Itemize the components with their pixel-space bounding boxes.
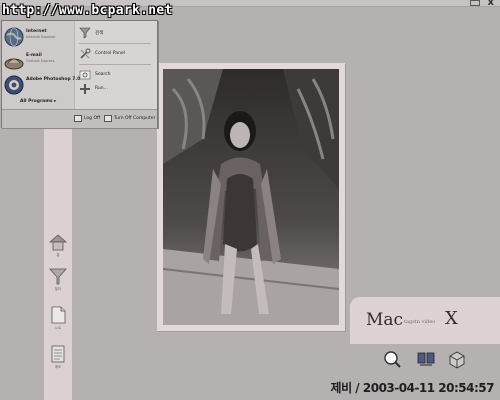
search-icon <box>79 70 91 80</box>
dock-label: 노트 <box>54 326 62 330</box>
memo-icon <box>51 345 65 363</box>
power-icon <box>104 115 112 122</box>
dock-item-memo[interactable]: 메모 <box>48 344 68 374</box>
box-icon <box>449 351 465 369</box>
mac-logo-x: X <box>445 308 458 329</box>
dock-label: 메모 <box>54 365 62 369</box>
menu-item-run[interactable]: Run... <box>79 83 155 97</box>
note-icon <box>51 306 66 324</box>
program-title: Internet <box>26 29 47 34</box>
program-subtitle: Internet Explorer <box>26 35 56 39</box>
dock-item-home[interactable]: 홈 <box>48 232 68 262</box>
filter-icon <box>49 268 67 285</box>
dock-item-note[interactable]: 노트 <box>48 305 68 335</box>
tray-item-chat-search[interactable] <box>382 349 402 375</box>
start-menu-system: 검색 Control Panel Search Run... <box>75 21 157 109</box>
menu-item-label: Control Panel <box>95 51 125 56</box>
home-icon <box>48 234 68 251</box>
program-subtitle: Outlook Express <box>26 59 55 63</box>
photoshop-icon <box>4 75 24 95</box>
menu-item-label: Search <box>95 72 111 77</box>
menu-divider <box>79 64 151 65</box>
tray-item-network[interactable] <box>416 349 436 375</box>
search-icon <box>79 27 91 39</box>
network-icon <box>417 352 435 366</box>
log-off-label: Log Off <box>84 116 101 121</box>
menu-item-label: Run... <box>95 86 108 91</box>
restore-icon[interactable] <box>470 0 480 6</box>
program-title: E-mail <box>26 53 42 58</box>
menu-item-search-kr[interactable]: 검색 <box>79 27 155 41</box>
menu-divider <box>79 43 151 44</box>
start-menu-programs: Internet Internet Explorer E-mail Outloo… <box>2 21 80 109</box>
taskbar-clock: 제비 / 2003-04-11 20:54:57 <box>330 381 495 395</box>
start-menu: Internet Internet Explorer E-mail Outloo… <box>1 20 158 128</box>
watermark-url: http://www.bcpark.net <box>2 3 173 18</box>
arrow-right-icon: ▸ <box>54 99 57 104</box>
photo-frame <box>157 63 345 331</box>
photo-image <box>163 69 339 325</box>
turn-off-label: Turn Off Computer <box>114 116 156 121</box>
globe-icon <box>4 27 24 47</box>
start-menu-footer: Log Off Turn Off Computer <box>2 109 157 128</box>
close-icon[interactable]: x <box>488 0 494 8</box>
program-email[interactable]: E-mail Outlook Express <box>4 51 74 73</box>
menu-item-search[interactable]: Search <box>79 69 155 83</box>
mac-logo-subtitle: tagstn video <box>404 319 436 325</box>
dock-label: 홈 <box>56 253 60 257</box>
program-photoshop[interactable]: Adobe Photoshop 7.0 <box>4 75 80 97</box>
log-off-icon <box>74 115 82 122</box>
all-programs-link[interactable]: All Programs ▸ <box>20 99 56 104</box>
mail-icon <box>4 58 24 70</box>
dock-label: 필터 <box>54 287 62 291</box>
all-programs-label: All Programs <box>20 99 53 104</box>
run-icon <box>80 84 90 94</box>
program-internet[interactable]: Internet Internet Explorer <box>4 27 74 49</box>
chat-search-icon <box>384 351 401 368</box>
dock-item-filter[interactable]: 필터 <box>48 266 68 296</box>
mac-logo-word: Mac <box>366 310 404 330</box>
program-title: Adobe Photoshop 7.0 <box>26 77 81 82</box>
menu-item-control-panel[interactable]: Control Panel <box>79 48 155 62</box>
tray-item-box[interactable] <box>447 349 467 375</box>
control-panel-icon <box>80 48 91 59</box>
menu-item-label: 검색 <box>95 31 104 36</box>
